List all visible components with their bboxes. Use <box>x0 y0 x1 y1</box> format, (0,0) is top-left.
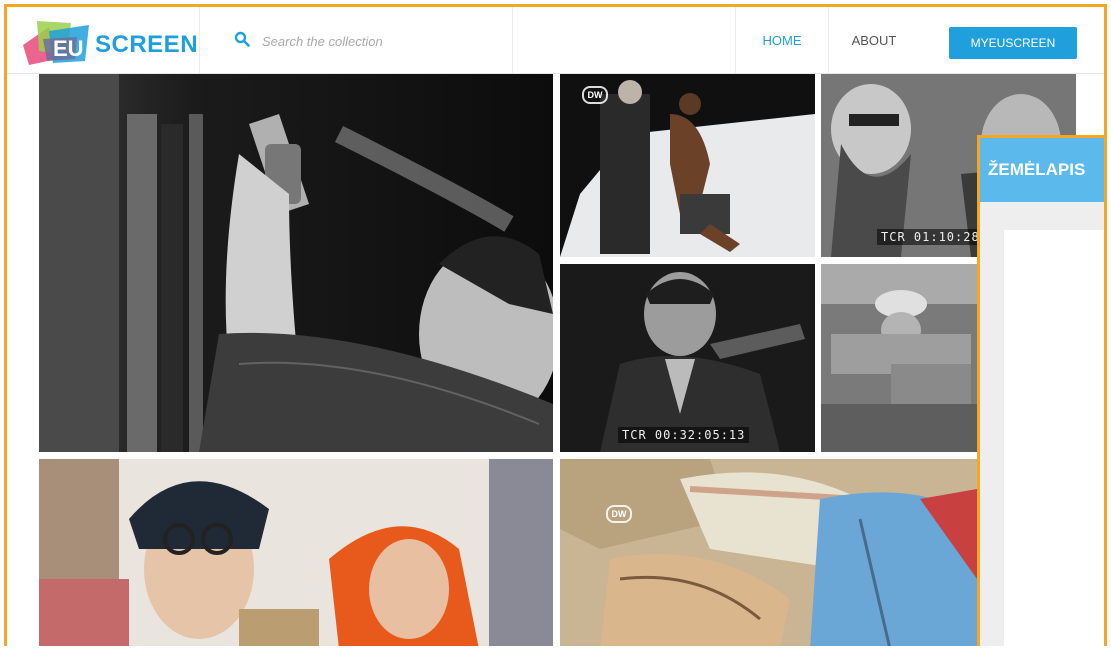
video-thumbnail <box>39 74 553 452</box>
map-panel-tab[interactable]: ŽEMĖLAPIS <box>980 138 1104 202</box>
dw-logo-icon: DW <box>582 86 608 104</box>
svg-text:EU: EU <box>53 36 84 61</box>
timecode-label: TCR 01:10:28 <box>877 229 984 245</box>
dw-logo-icon: DW <box>606 505 632 523</box>
video-tile[interactable]: TCR 00:32:05:13 <box>560 264 815 452</box>
euscreen-logo[interactable]: EU SCREEN <box>19 15 199 67</box>
page-frame: EU SCREEN HOME ABOUT MYEUSCREEN <box>4 4 1107 646</box>
nav-home-link[interactable]: HOME <box>735 7 829 73</box>
video-tile[interactable] <box>821 264 977 452</box>
video-tile[interactable]: DW <box>560 459 977 646</box>
video-tile[interactable]: DW <box>560 74 815 257</box>
site-header: EU SCREEN HOME ABOUT MYEUSCREEN <box>7 7 1104 74</box>
video-tile[interactable] <box>39 459 553 646</box>
video-thumbnail <box>39 459 553 646</box>
search-input[interactable] <box>260 29 494 53</box>
search-icon[interactable] <box>234 31 250 47</box>
video-thumbnail <box>560 264 815 452</box>
timecode-label: TCR 00:32:05:13 <box>618 427 750 443</box>
video-thumbnail <box>560 459 977 646</box>
myeuscreen-button[interactable]: MYEUSCREEN <box>949 27 1077 59</box>
video-thumbnail <box>821 264 977 452</box>
search-bar <box>199 7 513 73</box>
logo-text: SCREEN <box>95 31 199 58</box>
video-tile[interactable] <box>39 74 553 452</box>
map-side-panel: ŽEMĖLAPIS <box>977 135 1104 646</box>
nav-about-link[interactable]: ABOUT <box>828 7 920 73</box>
map-panel-content <box>1004 230 1104 646</box>
